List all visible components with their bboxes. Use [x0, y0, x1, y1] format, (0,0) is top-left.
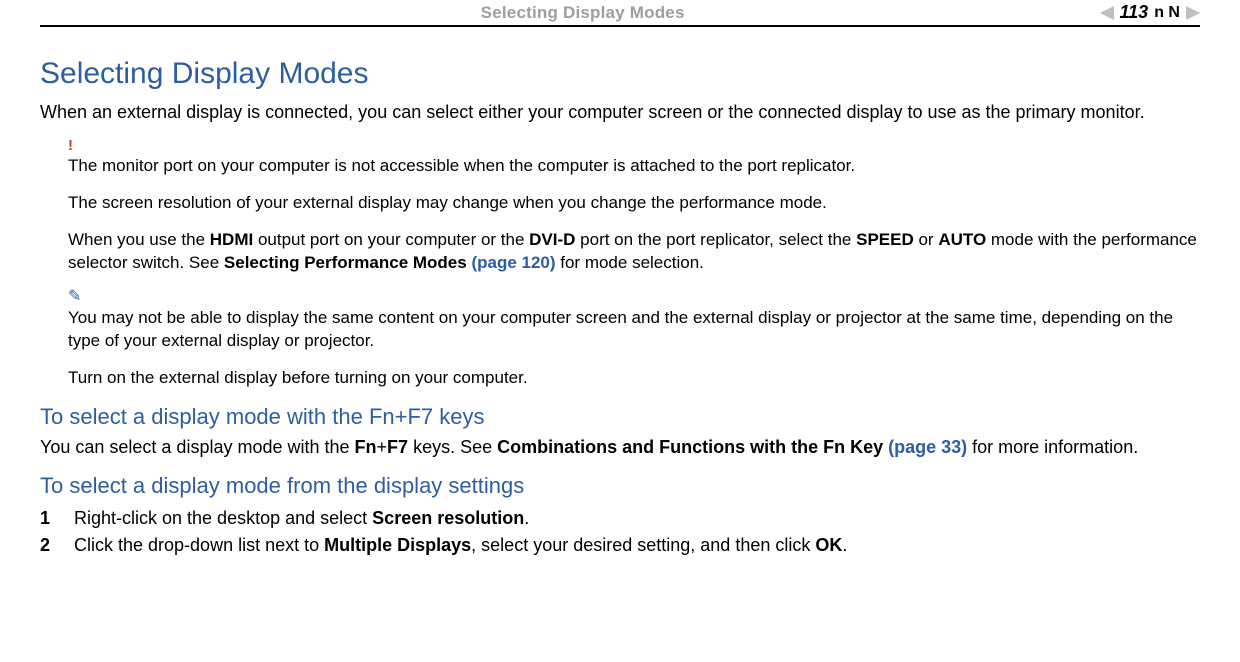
subheading-fn-f7: To select a display mode with the Fn+F7 …: [40, 404, 1200, 430]
dvid-label: DVI-D: [529, 230, 575, 249]
t: keys. See: [408, 437, 497, 457]
screen-resolution-label: Screen resolution: [372, 508, 524, 528]
warning-text-2: The screen resolution of your external d…: [68, 192, 1200, 215]
intro-paragraph: When an external display is connected, y…: [40, 101, 1200, 124]
ok-label: OK: [815, 535, 842, 555]
page-header: n N Selecting Display Modes 113 n N: [40, 2, 1200, 27]
header-right: 113 n N: [1100, 2, 1200, 23]
pencil-icon: ✎: [68, 289, 1200, 305]
page-title: Selecting Display Modes: [40, 57, 1200, 91]
fn-key-link[interactable]: (page 33): [883, 437, 967, 457]
t: output port on your computer or the: [253, 230, 529, 249]
tip-note-block: ✎ You may not be able to display the sam…: [40, 289, 1200, 390]
list-item: 1 Right-click on the desktop and select …: [40, 505, 1200, 532]
f7-key: F7: [387, 437, 408, 457]
t: or: [914, 230, 939, 249]
warning-text-1: The monitor port on your computer is not…: [68, 155, 1200, 178]
multiple-displays-label: Multiple Displays: [324, 535, 471, 555]
t: +: [377, 437, 388, 457]
warning-note-block: ! The monitor port on your computer is n…: [40, 138, 1200, 275]
t: for mode selection.: [556, 253, 704, 272]
auto-label: AUTO: [938, 230, 986, 249]
warning-icon: !: [68, 138, 1200, 153]
t: , select your desired setting, and then …: [471, 535, 815, 555]
step-number: 2: [40, 532, 50, 559]
t: Click the drop-down list next to: [74, 535, 324, 555]
step-number: 1: [40, 505, 50, 532]
subheading-display-settings: To select a display mode from the displa…: [40, 473, 1200, 499]
t: .: [842, 535, 847, 555]
fn-key: Fn: [355, 437, 377, 457]
nav-nN: n N: [1154, 4, 1180, 22]
t: When you use the: [68, 230, 210, 249]
speed-label: SPEED: [856, 230, 914, 249]
t: You can select a display mode with the: [40, 437, 355, 457]
hdmi-label: HDMI: [210, 230, 253, 249]
tip-text-2: Turn on the external display before turn…: [68, 367, 1200, 390]
page-number: 113: [1120, 2, 1149, 23]
performance-modes-link[interactable]: (page 120): [467, 253, 556, 272]
steps-list: 1 Right-click on the desktop and select …: [40, 505, 1200, 559]
t: port on the port replicator, select the: [575, 230, 856, 249]
nav-next-icon[interactable]: [1186, 6, 1200, 20]
nav-prev-icon[interactable]: [1100, 6, 1114, 20]
list-item: 2 Click the drop-down list next to Multi…: [40, 532, 1200, 559]
tip-text-1: You may not be able to display the same …: [68, 307, 1200, 353]
t: Right-click on the desktop and select: [74, 508, 372, 528]
t: .: [524, 508, 529, 528]
link-label: Selecting Performance Modes: [224, 253, 467, 272]
fn-link-label: Combinations and Functions with the Fn K…: [497, 437, 883, 457]
warning-text-3: When you use the HDMI output port on you…: [68, 229, 1200, 275]
header-section-title: Selecting Display Modes: [481, 3, 685, 23]
section1-body: You can select a display mode with the F…: [40, 436, 1200, 459]
t: for more information.: [967, 437, 1138, 457]
